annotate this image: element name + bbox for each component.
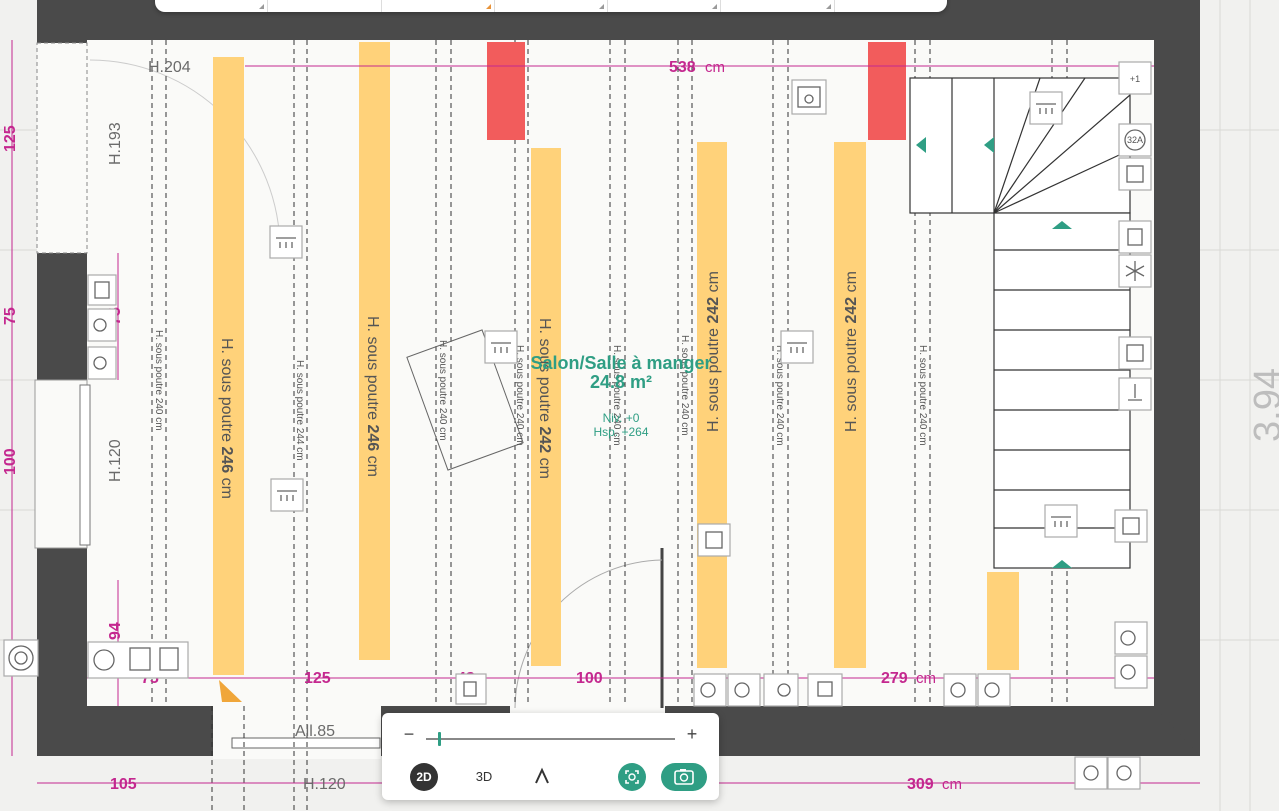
lamp-icon[interactable] (1118, 377, 1152, 411)
ceiling-light-icon[interactable] (484, 330, 518, 364)
dim-outer-309-unit: cm (942, 776, 962, 793)
ceiling-light-icon[interactable] (1029, 91, 1063, 125)
guide-label-1: H. sous poutre 240 cm (153, 330, 164, 431)
socket-icon[interactable] (943, 673, 977, 707)
dim-top-538: 538 (669, 59, 696, 76)
height-all85: All.85 (295, 723, 335, 740)
zoom-control: − + (382, 721, 719, 751)
guide-label-8: H. sous poutre 240 cm (917, 345, 928, 446)
freezer-icon[interactable] (1118, 254, 1152, 288)
room-ceiling-height: Hsp. +264 (593, 425, 648, 439)
ceiling-light-icon[interactable] (269, 225, 303, 259)
dim-outer-309: 309 (907, 776, 934, 793)
ventilation-icon[interactable] (3, 639, 39, 677)
height-h204: H.204 (148, 59, 191, 76)
dim-left-75: 75 (2, 307, 19, 325)
tv-socket-icon[interactable] (807, 673, 843, 707)
socket-icon[interactable] (693, 673, 727, 707)
dim-bottom-100: 100 (576, 670, 603, 687)
dim-top-unit: cm (705, 59, 725, 76)
socket-icon[interactable] (1114, 655, 1148, 689)
beam-label-2: H. sous poutre 246 cm (364, 316, 381, 477)
switch-panel-icon[interactable] (87, 274, 117, 306)
hood-icon[interactable] (1118, 220, 1152, 254)
beam-label-3: H. sous poutre 242 cm (536, 318, 553, 479)
view-control-panel: − + 2D 3D (382, 713, 719, 800)
socket-icon[interactable] (87, 308, 117, 342)
toolbar-layers-menu[interactable] (721, 0, 835, 12)
height-h120-bottom: H.120 (303, 776, 346, 793)
fit-screen-icon (625, 770, 639, 784)
socket-icon[interactable] (1107, 756, 1141, 790)
guide-label-3: H. sous poutre 240 cm (437, 340, 448, 441)
dim-inner-94: 94 (107, 622, 124, 640)
dim-left-125: 125 (2, 125, 19, 152)
spotlight-icon[interactable] (763, 673, 799, 707)
view-2d-button[interactable]: 2D (410, 763, 438, 791)
radiator-right (868, 42, 906, 140)
guide-label-6: H. sous poutre 240 cm (679, 335, 690, 436)
top-toolbar[interactable] (155, 0, 947, 12)
toolbar-draw-menu[interactable] (382, 0, 495, 12)
boiler-icon[interactable] (87, 641, 189, 679)
zoom-out-button[interactable]: − (399, 724, 419, 745)
room-level: Niv. +0 (603, 411, 640, 425)
camera-capture-button[interactable] (661, 763, 707, 791)
floor-plan-canvas[interactable]: 3,94 538 cm 125 75 100 94 125 100 279 cm… (0, 0, 1279, 811)
radiator-left (487, 42, 525, 140)
ceiling-light-icon[interactable] (780, 330, 814, 364)
microwave-icon[interactable] (1118, 336, 1152, 370)
north-arrow-button[interactable] (530, 763, 554, 791)
north-arrow-icon (535, 767, 549, 784)
toolbar-tools-menu[interactable] (608, 0, 722, 12)
svg-text:32A: 32A (1127, 135, 1143, 145)
toolbar-edit-menu[interactable] (495, 0, 609, 12)
stove-icon[interactable] (791, 79, 827, 115)
socket-icon[interactable] (1074, 756, 1108, 790)
toolbar-view-menu[interactable] (155, 0, 269, 12)
stairs-up-icon[interactable]: +1 (1118, 61, 1152, 95)
dim-outer-105: 105 (110, 776, 137, 793)
socket-icon[interactable] (727, 673, 761, 707)
socket-icon[interactable] (87, 346, 117, 380)
guide-label-2: H. sous poutre 244 cm (294, 360, 305, 461)
oven-icon[interactable] (1118, 157, 1152, 191)
dim-left-100: 100 (2, 448, 19, 475)
beam-label-1: H. sous poutre 246 cm (218, 338, 235, 499)
view-3d-button[interactable]: 3D (470, 763, 498, 791)
ceiling-light-icon[interactable] (270, 478, 304, 512)
beam-label-4: H. sous poutre 242 cm (705, 271, 722, 432)
zoom-slider-thumb[interactable] (438, 732, 442, 746)
beam-6 (987, 572, 1019, 670)
socket-icon[interactable] (1114, 621, 1148, 655)
camera-icon (674, 769, 694, 785)
beam-label-5: H. sous poutre 242 cm (843, 271, 860, 432)
toolbar-undo-redo[interactable] (268, 0, 382, 12)
zoom-in-button[interactable]: + (682, 724, 702, 745)
room-area: 24.8 m² (590, 372, 652, 392)
sketch-scribble: 3,94 (1247, 368, 1279, 442)
fit-to-screen-button[interactable] (618, 763, 646, 791)
height-h193: H.193 (107, 122, 124, 165)
dishwasher-icon[interactable] (1114, 509, 1148, 543)
room-name[interactable]: Salon/Salle à manger (530, 353, 711, 373)
thermostat-icon[interactable] (697, 523, 731, 557)
dim-bottom-125: 125 (304, 670, 331, 687)
view-mode-row: 2D 3D (382, 763, 719, 795)
dim-bottom-279: 279 (881, 670, 908, 687)
zoom-slider[interactable] (426, 732, 675, 746)
ceiling-light-icon[interactable] (1044, 504, 1078, 538)
breaker-32a-icon[interactable]: 32A (1118, 123, 1152, 157)
toolbar-extra[interactable] (835, 0, 947, 12)
height-h120-left: H.120 (107, 439, 124, 482)
dim-bottom-279-unit: cm (916, 670, 936, 687)
switch-icon[interactable] (455, 673, 487, 705)
svg-text:+1: +1 (1130, 74, 1140, 84)
socket-icon[interactable] (977, 673, 1011, 707)
